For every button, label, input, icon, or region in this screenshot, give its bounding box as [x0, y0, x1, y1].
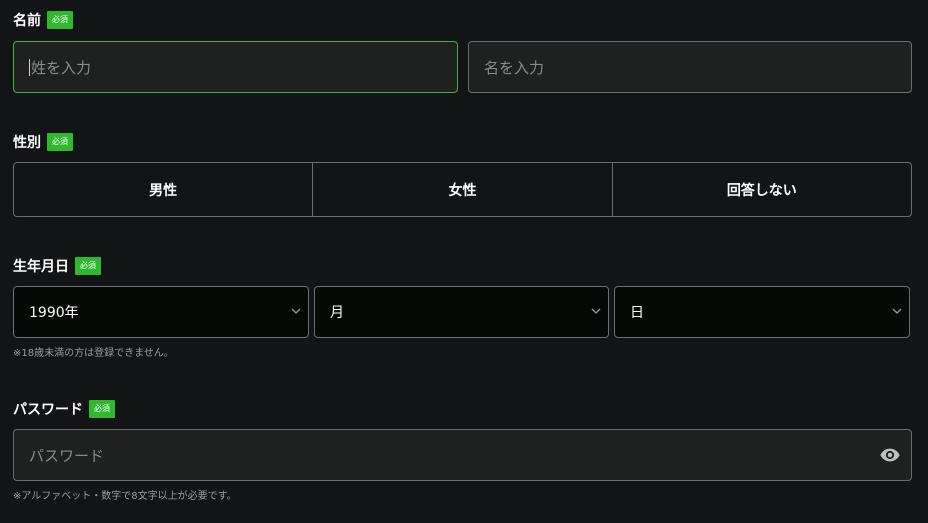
required-badge: 必須: [47, 11, 73, 29]
gender-selector: 男性 女性 回答しない: [13, 162, 912, 217]
first-name-placeholder: 名を入力: [484, 58, 545, 77]
birth-year-value: 1990年: [29, 305, 79, 321]
name-label-row: 名前 必須: [13, 10, 73, 30]
gender-label-row: 性別 必須: [13, 132, 73, 152]
last-name-placeholder: 姓を入力: [31, 58, 92, 77]
chevron-down-icon: [291, 308, 301, 314]
birth-day-select[interactable]: 日: [614, 286, 910, 338]
birth-day-value: 日: [630, 305, 644, 321]
birthdate-label-row: 生年月日 必須: [13, 256, 101, 276]
gender-option-no-answer[interactable]: 回答しない: [613, 163, 911, 216]
eye-icon[interactable]: [879, 444, 901, 466]
password-label-row: パスワード 必須: [13, 399, 115, 419]
birth-month-select[interactable]: 月: [314, 286, 609, 338]
chevron-down-icon: [591, 308, 601, 314]
last-name-input[interactable]: 姓を入力: [13, 41, 458, 93]
first-name-input[interactable]: 名を入力: [468, 41, 912, 93]
name-label: 名前: [13, 13, 41, 29]
gender-option-male[interactable]: 男性: [14, 163, 314, 216]
gender-label: 性別: [13, 135, 41, 151]
text-caret: [29, 58, 30, 76]
birth-month-value: 月: [330, 305, 344, 321]
password-note: ※アルファベット・数字で8文字以上が必要です。: [13, 491, 237, 502]
birth-year-select[interactable]: 1990年: [13, 286, 309, 338]
required-badge: 必須: [89, 400, 115, 418]
birthdate-note: ※18歳未満の方は登録できません。: [13, 348, 174, 359]
chevron-down-icon: [892, 308, 902, 314]
password-input[interactable]: パスワード: [13, 429, 912, 481]
gender-option-female[interactable]: 女性: [313, 163, 613, 216]
required-badge: 必須: [75, 257, 101, 275]
required-badge: 必須: [47, 133, 73, 151]
password-label: パスワード: [13, 402, 83, 418]
password-placeholder: パスワード: [29, 446, 105, 465]
birthdate-label: 生年月日: [13, 259, 69, 275]
